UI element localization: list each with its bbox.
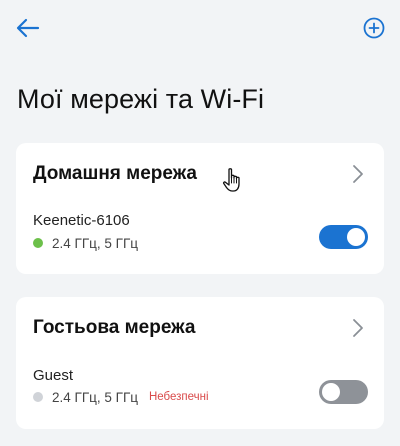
back-button[interactable] xyxy=(14,14,42,42)
guest-network-card: Гостьова мережа Guest 2.4 ГГц, 5 ГГц Неб… xyxy=(16,297,384,429)
home-network-title: Домашня мережа xyxy=(33,163,197,184)
guest-network-bands: 2.4 ГГц, 5 ГГц xyxy=(52,389,138,405)
page-title: Мої мережі та Wi-Fi xyxy=(17,84,265,114)
toggle-knob xyxy=(322,383,340,401)
guest-network-toggle[interactable] xyxy=(319,380,368,404)
toggle-knob xyxy=(347,228,365,246)
guest-network-meta: 2.4 ГГц, 5 ГГц Небезпечні xyxy=(33,389,209,405)
guest-network-ssid: Guest xyxy=(33,367,74,384)
security-warning-label: Небезпечні xyxy=(148,391,209,403)
home-network-meta: 2.4 ГГц, 5 ГГц xyxy=(33,235,138,251)
top-bar xyxy=(0,0,400,56)
home-network-bands: 2.4 ГГц, 5 ГГц xyxy=(52,235,138,251)
home-network-toggle[interactable] xyxy=(319,225,368,249)
guest-network-title: Гостьова мережа xyxy=(33,317,196,338)
plus-circle-icon xyxy=(363,17,385,39)
status-offline-dot xyxy=(33,392,43,402)
home-network-header[interactable]: Домашня мережа xyxy=(16,143,384,205)
home-network-ssid: Keenetic-6106 xyxy=(33,212,130,229)
home-network-card: Домашня мережа Keenetic-6106 2.4 ГГц, 5 … xyxy=(16,143,384,274)
guest-network-header[interactable]: Гостьова мережа xyxy=(16,297,384,359)
add-network-button[interactable] xyxy=(362,16,386,40)
status-online-dot xyxy=(33,238,43,248)
chevron-right-icon xyxy=(353,319,363,337)
arrow-left-icon xyxy=(16,18,40,38)
chevron-right-icon xyxy=(353,165,363,183)
